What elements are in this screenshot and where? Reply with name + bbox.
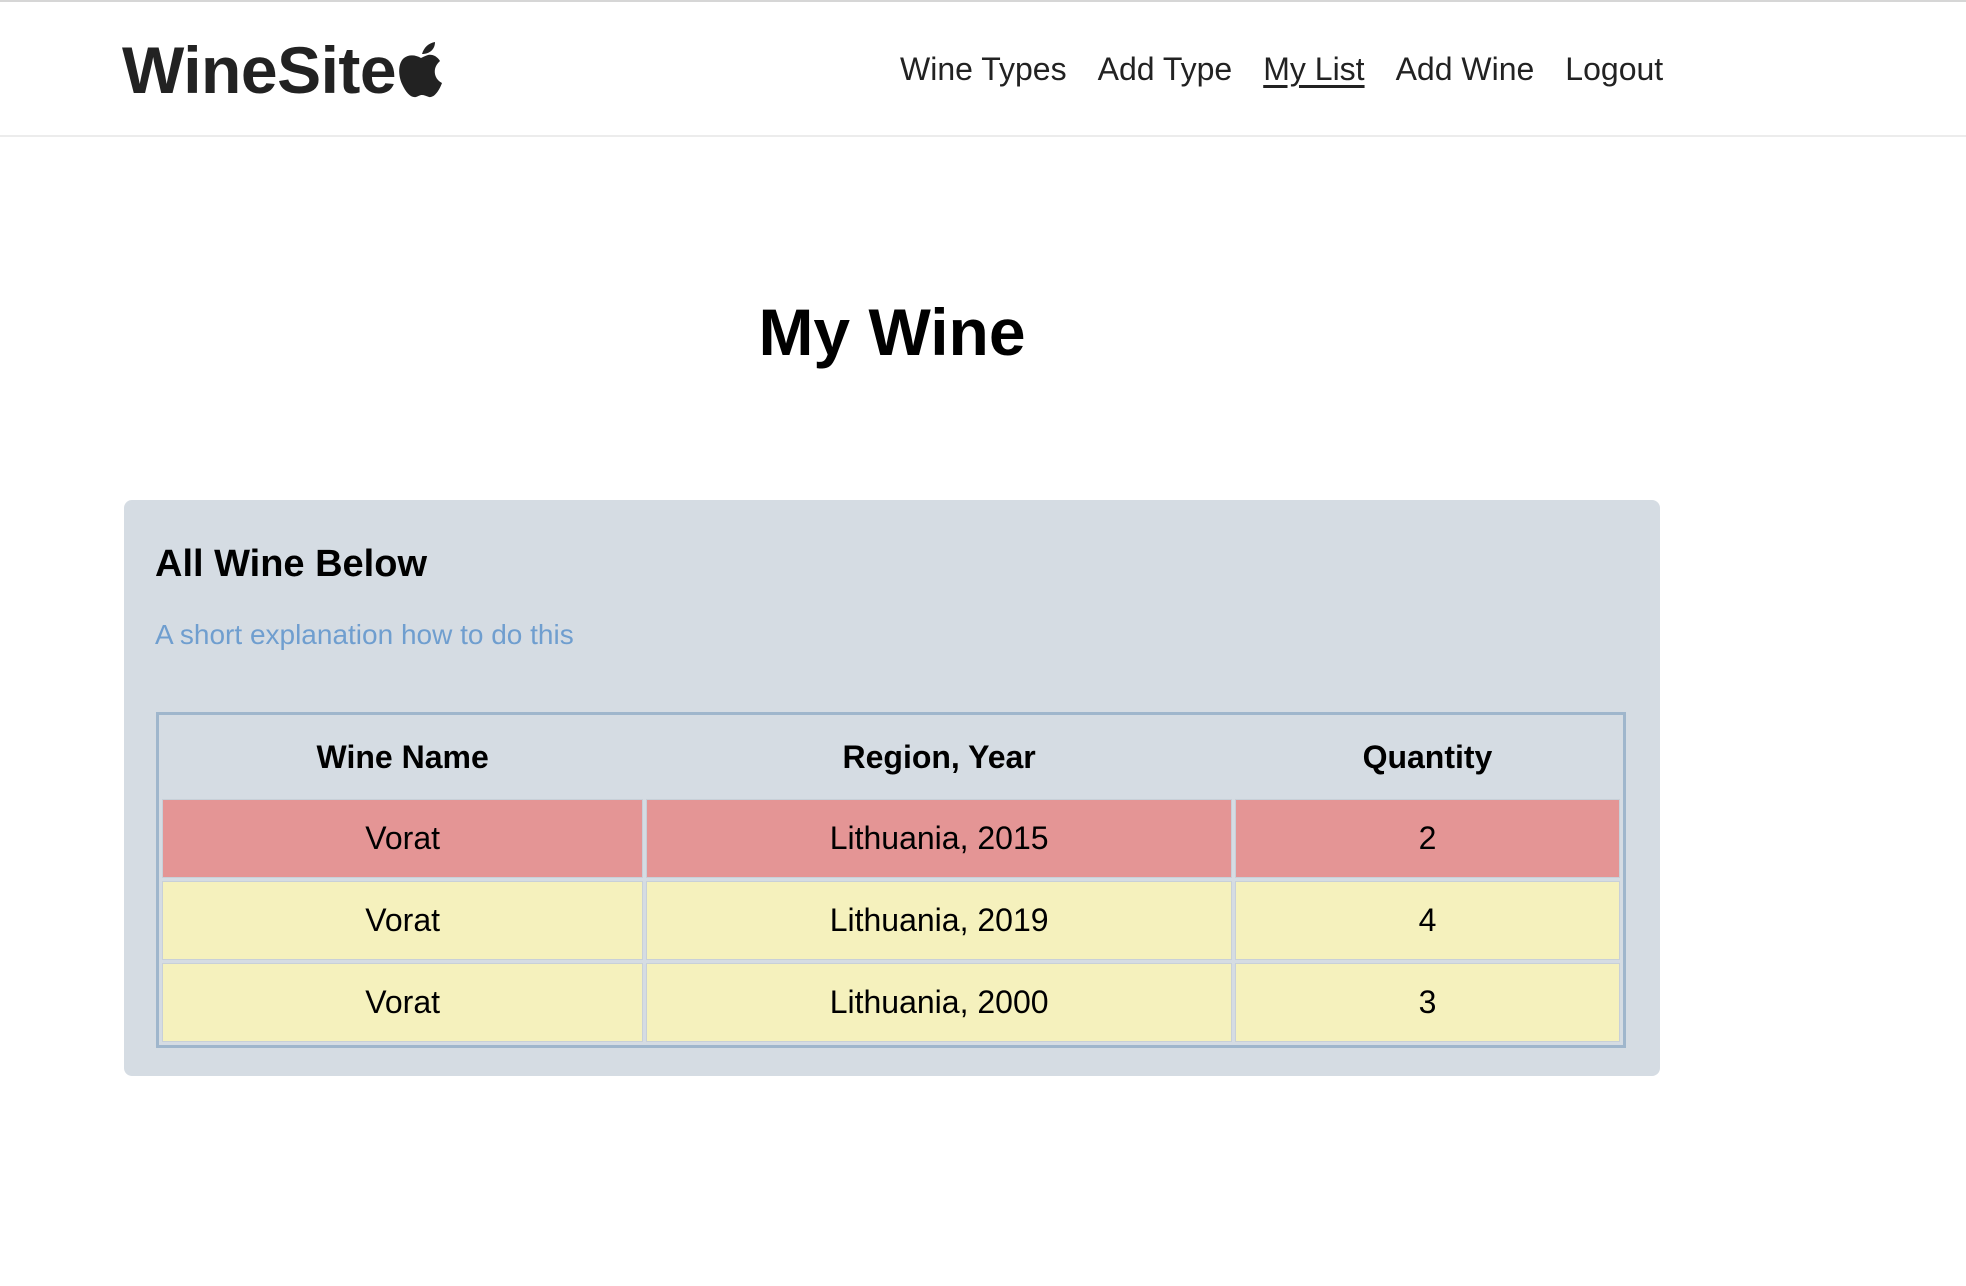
- cell-wine-name: Vorat: [162, 881, 644, 960]
- cell-quantity: 2: [1234, 799, 1620, 878]
- cell-quantity: 4: [1234, 881, 1620, 960]
- main-nav: Wine Types Add Type My List Add Wine Log…: [900, 49, 1663, 89]
- cell-region-year: Lithuania, 2015: [646, 799, 1232, 878]
- table-row[interactable]: Vorat Lithuania, 2000 3: [162, 963, 1620, 1042]
- nav-add-type[interactable]: Add Type: [1098, 49, 1233, 89]
- wine-list-panel: All Wine Below A short explanation how t…: [124, 500, 1660, 1076]
- nav-wine-types[interactable]: Wine Types: [900, 49, 1067, 89]
- nav-my-list[interactable]: My List: [1263, 49, 1364, 89]
- apple-icon: [398, 41, 444, 104]
- column-header-wine-name: Wine Name: [316, 738, 489, 775]
- wine-table: Wine Name Region, Year Quantity Vorat Li…: [156, 712, 1626, 1048]
- brand-name: WineSite: [122, 33, 397, 107]
- column-header-region-year: Region, Year: [842, 738, 1036, 775]
- brand-logo[interactable]: WineSite: [122, 32, 444, 108]
- site-header: WineSite Wine Types Add Type My List Add…: [0, 2, 1966, 137]
- table-row[interactable]: Vorat Lithuania, 2019 4: [162, 881, 1620, 960]
- cell-wine-name: Vorat: [162, 963, 644, 1042]
- table-header-row: Wine Name Region, Year Quantity: [162, 718, 1620, 796]
- panel-subtitle: A short explanation how to do this: [155, 619, 574, 650]
- panel-title: All Wine Below: [155, 543, 428, 585]
- cell-region-year: Lithuania, 2000: [646, 963, 1232, 1042]
- column-header-quantity: Quantity: [1362, 738, 1493, 775]
- table-row[interactable]: Vorat Lithuania, 2015 2: [162, 799, 1620, 878]
- nav-add-wine[interactable]: Add Wine: [1396, 49, 1535, 89]
- page-title: My Wine: [758, 295, 1026, 369]
- cell-wine-name: Vorat: [162, 799, 644, 878]
- cell-region-year: Lithuania, 2019: [646, 881, 1232, 960]
- cell-quantity: 3: [1234, 963, 1620, 1042]
- nav-logout[interactable]: Logout: [1565, 49, 1663, 89]
